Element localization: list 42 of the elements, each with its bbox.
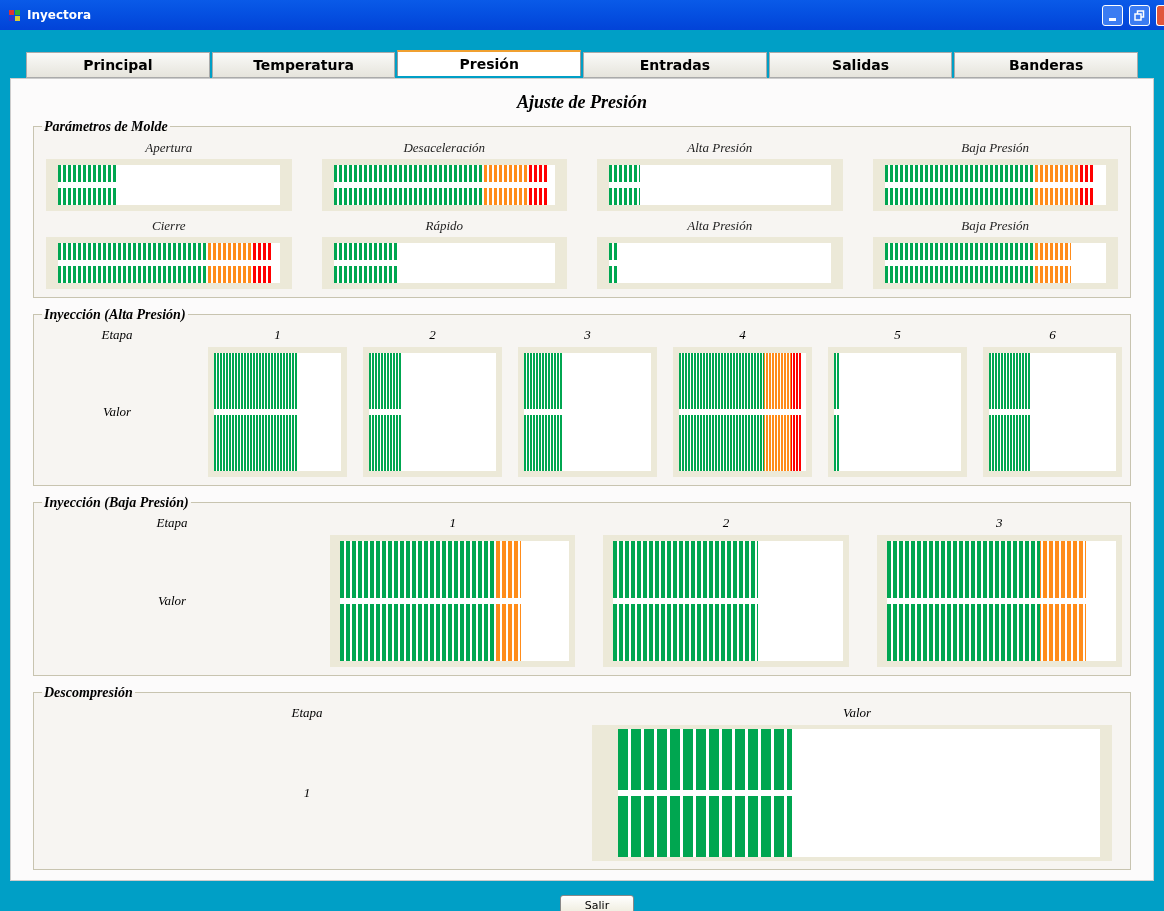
column-header: 3 xyxy=(995,514,1004,532)
column-header: Valor xyxy=(841,704,873,722)
row-header: Valor xyxy=(101,403,133,422)
meter-label: Apertura xyxy=(145,139,193,157)
column-header: 6 xyxy=(1048,326,1057,344)
group-title: Descompresión xyxy=(43,684,134,702)
column-header: 3 xyxy=(583,326,592,344)
meter-label: Alta Presión xyxy=(687,139,753,157)
minimize-button[interactable] xyxy=(1102,4,1123,26)
close-button[interactable] xyxy=(1156,4,1164,26)
tab[interactable]: Presión xyxy=(397,50,581,76)
group-title: Inyección (Alta Presión) xyxy=(43,306,187,324)
column-header: 1 xyxy=(273,326,282,344)
group-title: Inyección (Baja Presión) xyxy=(43,494,190,512)
tab[interactable]: Entradas xyxy=(583,52,767,78)
tab[interactable]: Principal xyxy=(26,52,210,78)
meter-label: Cierre xyxy=(152,217,186,235)
column-header: 2 xyxy=(721,514,731,532)
exit-button[interactable]: Salir xyxy=(559,895,635,911)
meter-label: Baja Presión xyxy=(961,139,1030,157)
restore-icon xyxy=(1134,9,1145,21)
column-header: 4 xyxy=(738,326,747,344)
app-icon xyxy=(8,8,21,22)
tab[interactable]: Temperatura xyxy=(211,52,396,78)
column-header: Etapa xyxy=(155,514,189,532)
meter-label: Baja Presión xyxy=(961,217,1030,235)
tab[interactable]: Salidas xyxy=(768,52,953,78)
restore-button[interactable] xyxy=(1129,4,1150,26)
row-header: 1 xyxy=(302,784,312,803)
page-heading: Ajuste de Presión xyxy=(515,91,648,114)
group-title: Parámetros de Molde xyxy=(43,118,169,136)
column-header: Etapa xyxy=(290,704,324,722)
column-header: 1 xyxy=(448,514,457,532)
column-header: 2 xyxy=(428,326,437,344)
meter-label: Alta Presión xyxy=(687,217,753,235)
meter-label: Rápido xyxy=(425,217,464,235)
meter-label: Desaceleración xyxy=(403,139,486,157)
window-title: Inyectora xyxy=(27,7,92,24)
column-header: 5 xyxy=(893,326,902,344)
column-header: Etapa xyxy=(100,326,134,344)
row-header: Valor xyxy=(156,592,188,611)
tab[interactable]: Banderas xyxy=(954,52,1139,78)
